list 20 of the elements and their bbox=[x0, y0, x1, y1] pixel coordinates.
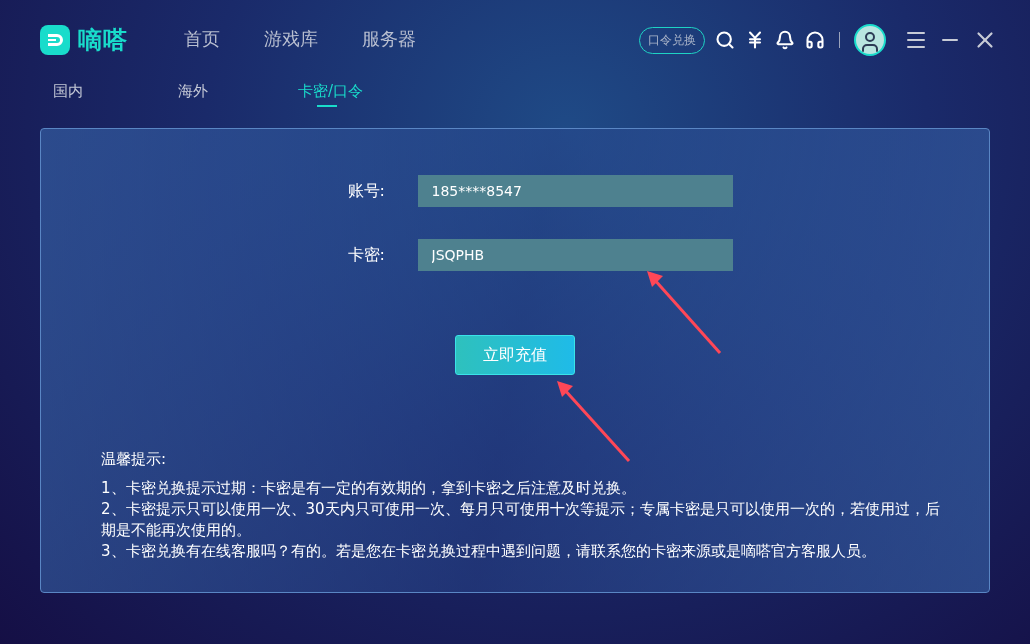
nav-link[interactable]: 游戏库 bbox=[264, 27, 318, 53]
tab[interactable]: 国内 bbox=[53, 82, 83, 107]
logo-text: 嘀嗒 bbox=[78, 25, 128, 56]
logo-icon bbox=[40, 25, 70, 55]
bell-icon[interactable] bbox=[775, 30, 795, 50]
search-icon[interactable] bbox=[715, 30, 735, 50]
nav-link[interactable]: 服务器 bbox=[362, 27, 416, 53]
tips-title: 温馨提示: bbox=[101, 450, 168, 469]
tip-text: 2、卡密提示只可以使用一次、30天内只可使用一次、每月只可使用十次等提示；专属卡密是只可以使用一次的，若使用过，后期是不能再次使用的。 bbox=[101, 499, 941, 541]
tip-text: 1、卡密兑换提示过期：卡密是有一定的有效期的，拿到卡密之后注意及时兑换。 bbox=[101, 478, 637, 499]
field-label: 账号: bbox=[347, 180, 386, 202]
input-field[interactable]: JSQPHB bbox=[417, 239, 733, 271]
tip-text: 3、卡密兑换有在线客服吗？有的。若是您在卡密兑换过程中遇到问题，请联系您的卡密来源或是嘀嗒官方客服人员。 bbox=[101, 541, 877, 562]
nav-link[interactable]: 首页 bbox=[184, 27, 220, 53]
avatar[interactable] bbox=[854, 24, 886, 56]
tab[interactable]: 卡密/口令 bbox=[298, 82, 364, 107]
headset-icon[interactable] bbox=[805, 30, 825, 50]
input-field[interactable]: 185****8547 bbox=[417, 175, 733, 207]
tab[interactable]: 海外 bbox=[178, 82, 208, 107]
field-label: 卡密: bbox=[347, 244, 386, 266]
